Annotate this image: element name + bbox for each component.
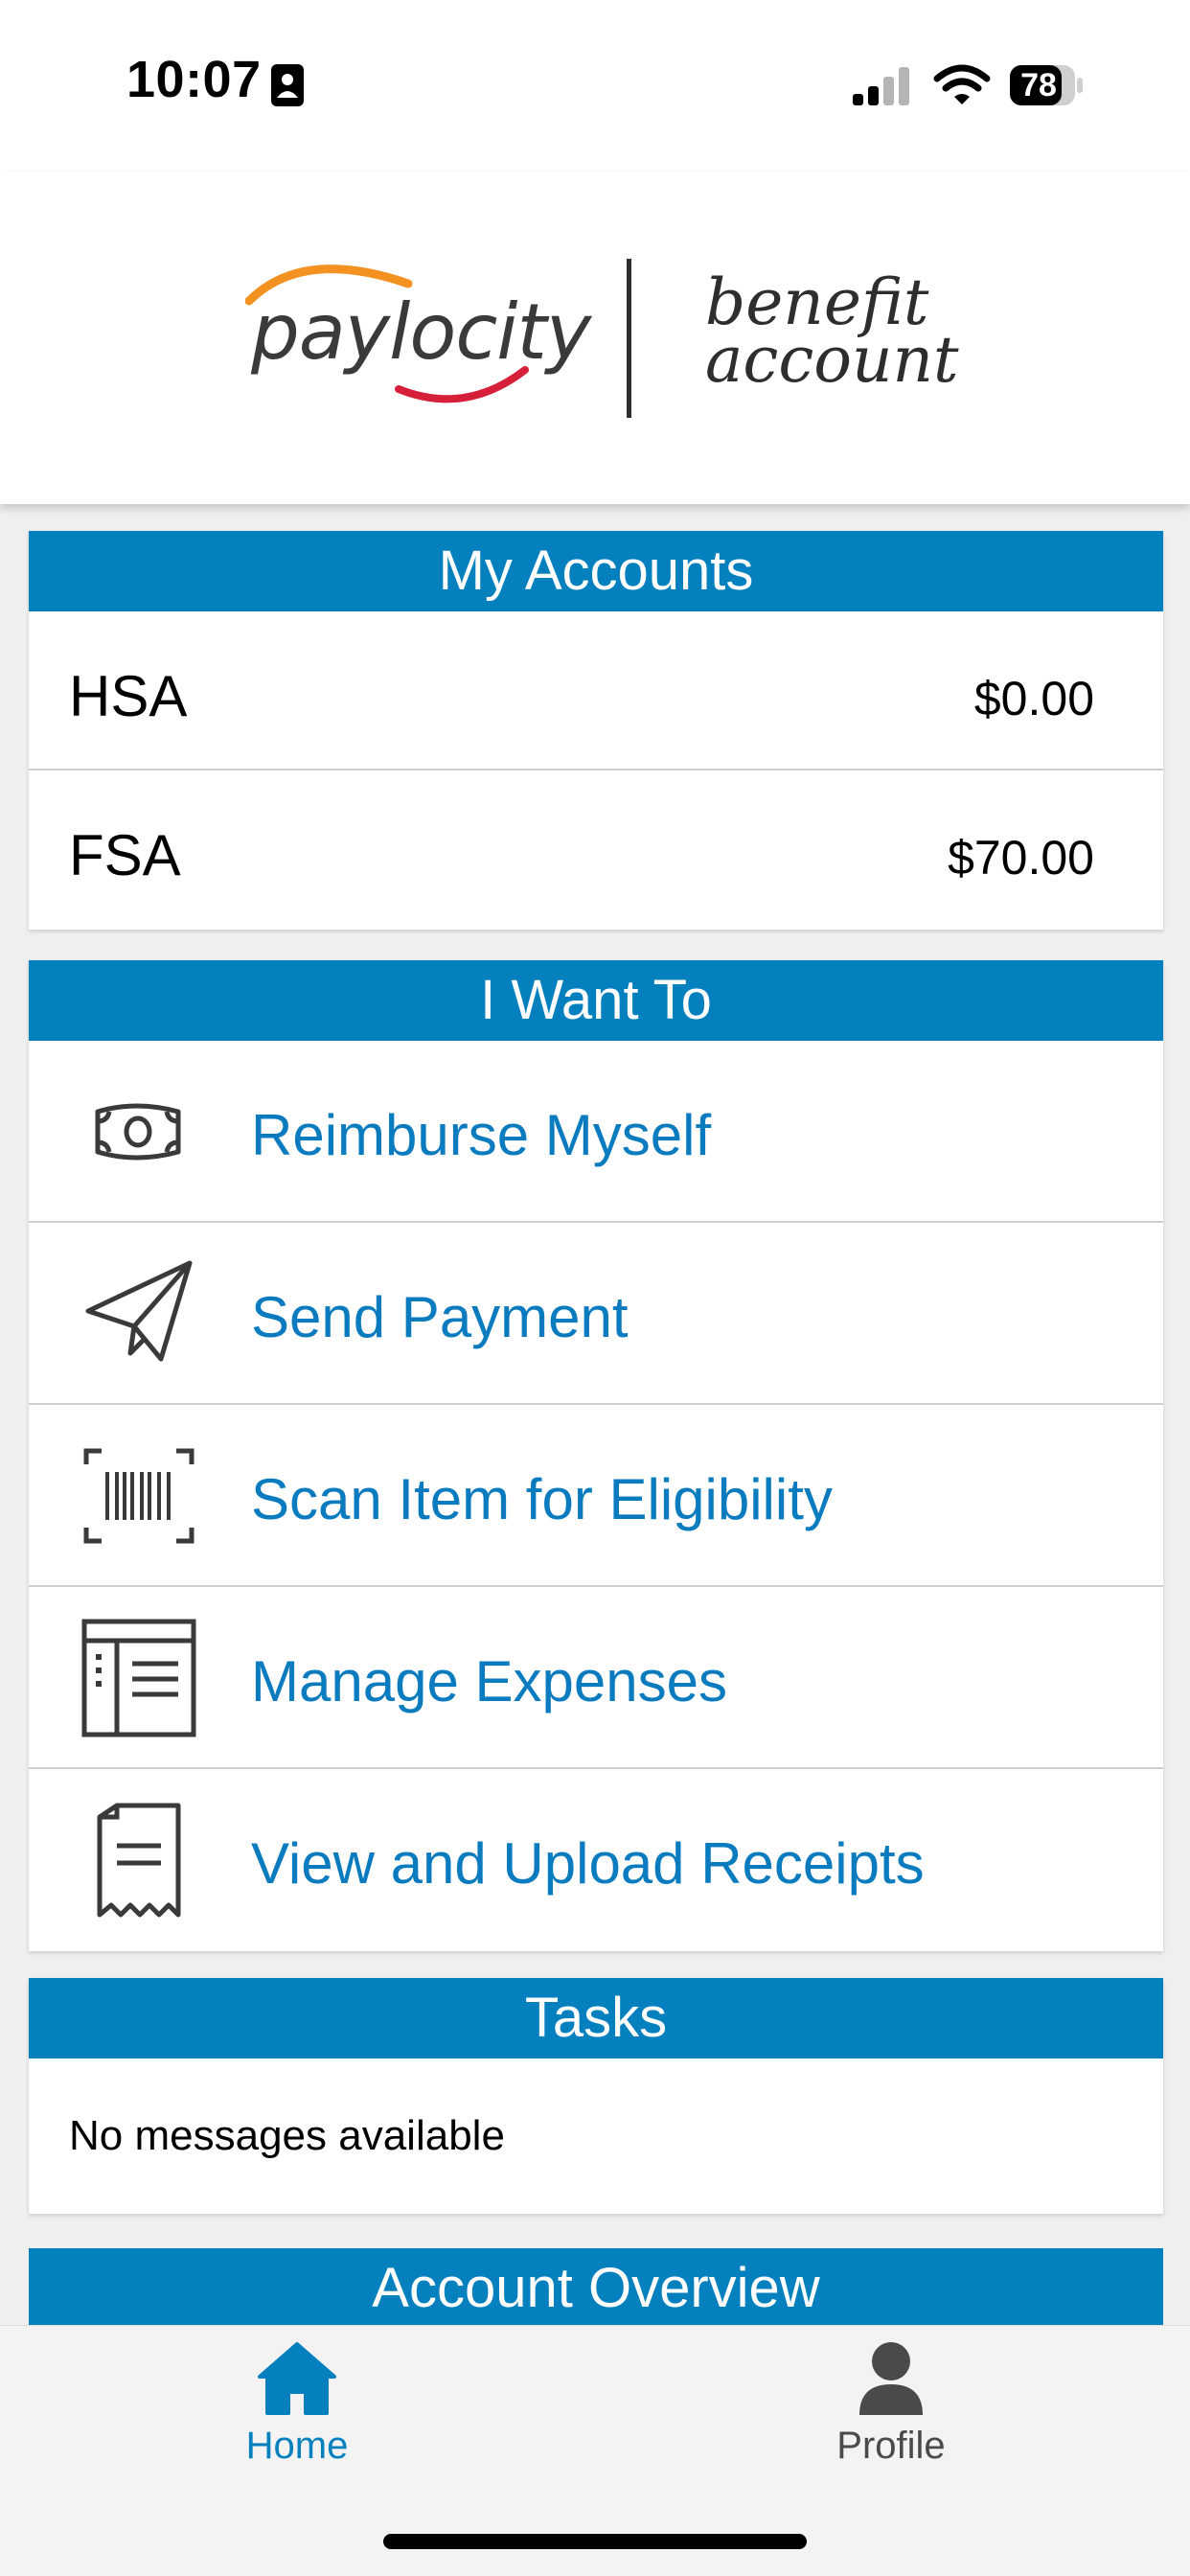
tab-home[interactable]: Home (172, 2338, 422, 2482)
account-row-hsa[interactable]: HSA $0.00 (29, 611, 1163, 770)
logo-product-text: benefit account (705, 271, 959, 397)
tasks-card: Tasks No messages available (29, 1978, 1163, 2214)
account-balance: $0.00 (973, 672, 1094, 725)
my-accounts-header: My Accounts (29, 531, 1163, 611)
wifi-icon (933, 64, 991, 104)
tab-home-label: Home (245, 2425, 349, 2467)
tasks-empty-message: No messages available (69, 2112, 505, 2159)
action-manage-expenses[interactable]: Manage Expenses (29, 1587, 1163, 1769)
tab-profile[interactable]: Profile (767, 2338, 1016, 2482)
profile-icon (859, 2342, 923, 2415)
logo-product-line2: account (705, 323, 959, 397)
action-view-upload-receipts[interactable]: View and Upload Receipts (29, 1769, 1163, 1951)
contact-card-icon (271, 64, 304, 106)
i-want-to-header: I Want To (29, 960, 1163, 1041)
home-icon (258, 2342, 336, 2415)
app-header (0, 172, 1190, 504)
i-want-to-card: I Want To Reimburse Myself Send Payment (29, 960, 1163, 1951)
app-screen: 10:07 78 paylocity benefit account My Ac… (0, 0, 1190, 2576)
status-time: 10:07 (126, 51, 262, 108)
action-label: View and Upload Receipts (251, 1831, 925, 1896)
action-scan-item[interactable]: Scan Item for Eligibility (29, 1405, 1163, 1587)
action-label: Reimburse Myself (251, 1103, 712, 1167)
barcode-scan-icon (83, 1448, 195, 1544)
account-balance: $70.00 (948, 831, 1094, 885)
action-label: Send Payment (251, 1285, 629, 1349)
account-overview-card: Account Overview (29, 2248, 1163, 2334)
logo-divider (627, 259, 631, 418)
home-indicator[interactable] (383, 2534, 807, 2549)
my-accounts-card: My Accounts HSA $0.00 FSA $70.00 (29, 531, 1163, 930)
action-label: Manage Expenses (251, 1649, 727, 1714)
logo-brand-text: paylocity (251, 288, 591, 377)
money-bill-icon (95, 1103, 181, 1161)
action-label: Scan Item for Eligibility (251, 1467, 833, 1531)
tasks-body: No messages available (29, 2058, 1163, 2214)
account-row-fsa[interactable]: FSA $70.00 (29, 770, 1163, 930)
account-name: FSA (69, 823, 181, 887)
paper-plane-icon (85, 1260, 193, 1362)
receipt-icon (97, 1803, 181, 1918)
account-overview-header: Account Overview (29, 2248, 1163, 2329)
tasks-header: Tasks (29, 1978, 1163, 2058)
action-send-payment[interactable]: Send Payment (29, 1223, 1163, 1405)
action-reimburse-myself[interactable]: Reimburse Myself (29, 1041, 1163, 1223)
expense-list-icon (81, 1619, 196, 1737)
battery-level: 78 (1020, 67, 1057, 104)
account-name: HSA (69, 664, 188, 728)
cellular-signal-icon (853, 67, 909, 105)
tab-profile-label: Profile (836, 2425, 946, 2467)
